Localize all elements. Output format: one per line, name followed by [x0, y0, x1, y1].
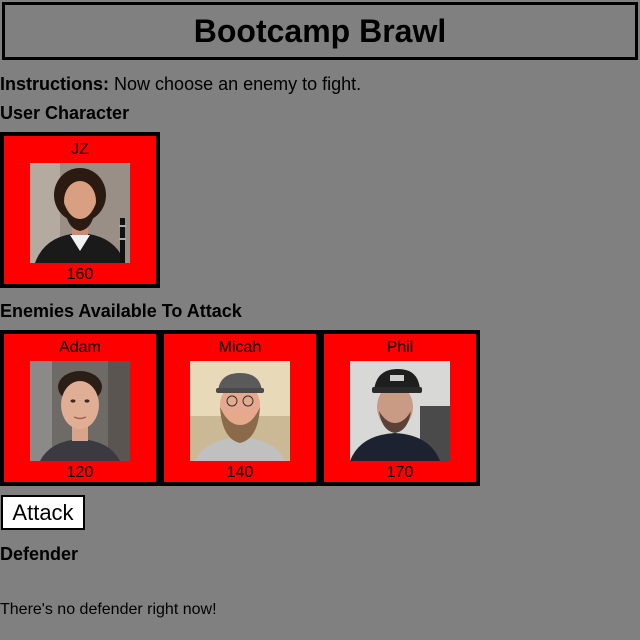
- enemy-hp: 140: [226, 464, 254, 481]
- enemy-card-phil[interactable]: Phil 170: [324, 334, 476, 482]
- enemy-name: Micah: [218, 339, 262, 356]
- character-card-jz[interactable]: JZ 160: [4, 136, 156, 284]
- game-title: Bootcamp Brawl: [193, 13, 447, 49]
- character-name: JZ: [71, 141, 89, 158]
- enemies-heading: Enemies Available To Attack: [0, 301, 242, 321]
- enemy-hp: 120: [66, 464, 94, 481]
- enemy-name: Phil: [386, 339, 414, 356]
- instructions: Instructions: Now choose an enemy to fig…: [0, 74, 361, 94]
- enemy-card-micah[interactable]: Micah 140: [164, 334, 316, 482]
- no-defender-message: There's no defender right now!: [0, 601, 217, 618]
- user-character-heading: User Character: [0, 103, 130, 123]
- user-character-area: JZ 160: [0, 132, 160, 288]
- character-hp: 160: [66, 266, 94, 283]
- character-portrait: [30, 163, 130, 263]
- enemy-portrait: [350, 361, 450, 461]
- enemy-portrait: [190, 361, 290, 461]
- enemy-name: Adam: [59, 339, 101, 356]
- game-title-bar: Bootcamp Brawl: [2, 2, 638, 60]
- enemy-portrait: [30, 361, 130, 461]
- attack-button[interactable]: Attack: [1, 495, 85, 530]
- enemies-area: Adam 120 Micah 140 Phil 170: [0, 330, 480, 486]
- defender-heading: Defender: [0, 544, 79, 564]
- instructions-text: Now choose an enemy to fight.: [114, 74, 362, 94]
- instructions-label: Instructions:: [0, 74, 110, 94]
- enemy-hp: 170: [386, 464, 414, 481]
- enemy-card-adam[interactable]: Adam 120: [4, 334, 156, 482]
